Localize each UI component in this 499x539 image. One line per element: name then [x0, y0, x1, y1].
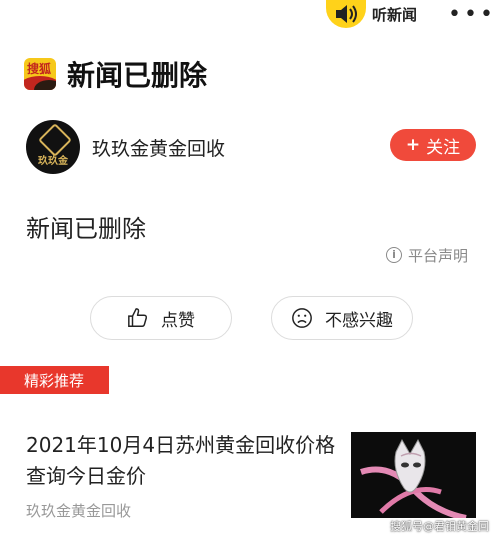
speaker-icon[interactable]	[326, 0, 366, 28]
follow-button[interactable]: + 关注	[390, 129, 476, 161]
recommend-badge: 精彩推荐	[0, 366, 109, 394]
plus-icon: +	[405, 135, 421, 155]
author-name[interactable]: 玖玖金黄金回收	[92, 134, 225, 161]
recommended-article-title[interactable]: 2021年10月4日苏州黄金回收价格查询今日金价	[26, 430, 346, 492]
sad-face-icon	[292, 308, 312, 328]
listen-news-label[interactable]: 听新闻	[372, 4, 417, 25]
platform-statement-link[interactable]: 平台声明	[408, 245, 468, 266]
recommended-article-thumbnail[interactable]	[351, 432, 476, 518]
recommended-article-source: 玖玖金黄金回收	[26, 502, 132, 520]
page-title: 新闻已删除	[67, 59, 208, 92]
sohu-logo: 搜狐	[24, 58, 56, 90]
thumbs-up-icon	[128, 308, 148, 327]
like-label: 点赞	[161, 310, 195, 331]
not-interested-button[interactable]: 不感兴趣	[271, 296, 413, 340]
follow-label: 关注	[426, 137, 461, 158]
more-icon[interactable]: •••	[448, 2, 496, 27]
like-button[interactable]: 点赞	[90, 296, 232, 340]
logo-text: 搜狐	[27, 62, 52, 76]
avatar-text: 玖玖金	[38, 156, 68, 167]
avatar[interactable]: 玖玖金	[26, 120, 80, 174]
watermark: 搜狐号@君钼黄金回	[390, 520, 489, 533]
info-icon[interactable]: i	[386, 247, 402, 263]
article-body: 新闻已删除	[26, 215, 146, 243]
not-interested-label: 不感兴趣	[325, 310, 393, 331]
